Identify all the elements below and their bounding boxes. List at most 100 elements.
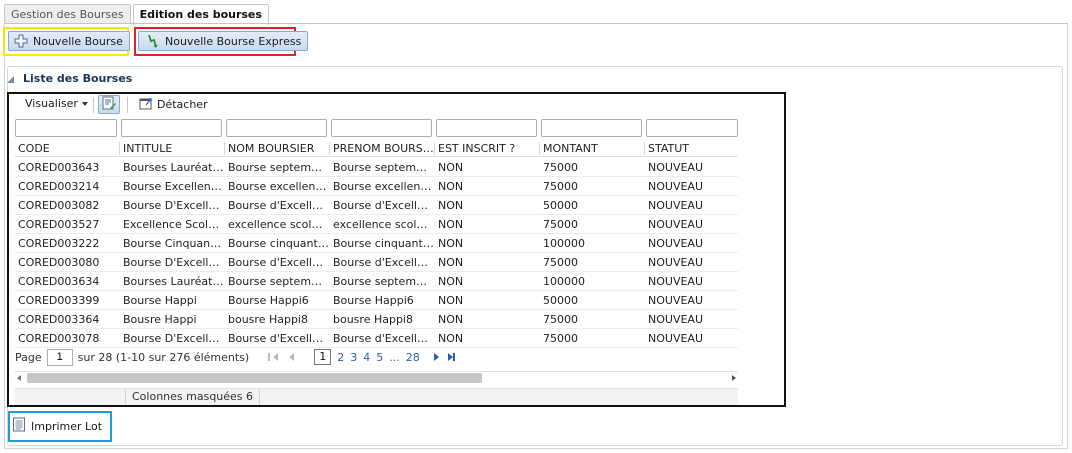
filter-nom-input[interactable] bbox=[226, 119, 327, 137]
table-row[interactable]: CORED003082 Bourse D'Excellence Bourse d'E… bbox=[15, 196, 738, 215]
column-header-est-inscrit[interactable]: EST INSCRIT ? bbox=[435, 140, 539, 157]
filter-intitule-input[interactable] bbox=[121, 119, 222, 137]
cell-nom-boursier: Bourse d'Excellenc... bbox=[228, 256, 329, 269]
table-row[interactable]: CORED003399 Bourse Happi Bourse Happi6 Bour… bbox=[15, 291, 738, 310]
cell-nom-boursier: Bourse excellence ... bbox=[228, 180, 329, 193]
cell-est-inscrit: NON bbox=[438, 180, 464, 193]
cell-montant: 75000 bbox=[543, 313, 578, 326]
table-row[interactable]: CORED003222 Bourse Cinquante... Bourse cin… bbox=[15, 234, 738, 253]
filter-row bbox=[15, 118, 738, 139]
table-toolbar: Visualiser Détacher bbox=[9, 94, 742, 116]
cell-code: CORED003080 bbox=[18, 256, 100, 269]
cell-nom-boursier: Bourse cinquanten... bbox=[228, 237, 329, 250]
page-link[interactable]: 2 bbox=[337, 351, 344, 364]
page-link[interactable]: 1 bbox=[314, 349, 332, 365]
pager: Page sur 28 (1-10 sur 276 éléments) 1234… bbox=[15, 345, 738, 369]
column-header-nom-boursier[interactable]: NOM BOURSIER bbox=[225, 140, 329, 157]
column-header-montant[interactable]: MONTANT bbox=[540, 140, 644, 157]
filter-inscrit-input[interactable] bbox=[436, 119, 537, 137]
toolbar-separator bbox=[93, 97, 94, 113]
pager-page-label: Page bbox=[15, 350, 42, 364]
cell-statut: NOUVEAU bbox=[648, 256, 703, 269]
table-row[interactable]: CORED003634 Bourses Lauréats ... Bourse se… bbox=[15, 272, 738, 291]
bourses-table-container: Visualiser Détacher CODE INTITULE NOM BO… bbox=[7, 92, 786, 407]
pager-nav-next bbox=[431, 353, 455, 361]
next-page-icon[interactable] bbox=[433, 353, 439, 361]
first-page-arrow-icon[interactable] bbox=[273, 353, 279, 361]
horizontal-scrollbar[interactable] bbox=[15, 371, 738, 384]
view-menu[interactable]: Visualiser bbox=[25, 97, 88, 110]
cell-est-inscrit: NON bbox=[438, 161, 464, 174]
data-grid: CODE INTITULE NOM BOURSIER PRENOM BOURSI… bbox=[15, 118, 738, 348]
cell-prenom-boursier: excellence scolaire3 bbox=[333, 218, 434, 231]
table-row[interactable]: CORED003364 Bousre Happi bousre Happi8 bous… bbox=[15, 310, 738, 329]
cell-nom-boursier: Bourse septembre8 bbox=[228, 275, 329, 288]
cell-statut: NOUVEAU bbox=[648, 180, 703, 193]
pager-nav-prev bbox=[265, 353, 297, 361]
panel-header[interactable]: Liste des Bourses bbox=[7, 70, 132, 86]
pager-page-list: 1 2 3 4 5... 28 bbox=[311, 349, 423, 365]
page-link[interactable]: 5 bbox=[376, 351, 383, 364]
detach-window-icon bbox=[139, 96, 153, 113]
table-row[interactable]: CORED003643 Bourses Lauréats ... Bourse se… bbox=[15, 158, 738, 177]
triangle-collapse-icon[interactable] bbox=[7, 75, 14, 83]
table-row[interactable]: CORED003080 Bourse D'Excellence Bourse d'E… bbox=[15, 253, 738, 272]
cell-montant: 75000 bbox=[543, 218, 578, 231]
document-print-icon bbox=[12, 417, 26, 435]
edit-form-icon bbox=[102, 96, 116, 113]
cell-intitule: Excellence Scolaire bbox=[123, 218, 224, 231]
table-row[interactable]: CORED003527 Excellence Scolaire excellence… bbox=[15, 215, 738, 234]
new-bourse-label: Nouvelle Bourse bbox=[33, 34, 123, 48]
cell-prenom-boursier: Bourse excellence ... bbox=[333, 180, 434, 193]
new-bourse-express-button[interactable]: Nouvelle Bourse Express bbox=[138, 31, 309, 51]
previous-page-icon[interactable] bbox=[289, 353, 295, 361]
tab-gestion-des-bourses[interactable]: Gestion des Bourses bbox=[4, 4, 131, 24]
cell-est-inscrit: NON bbox=[438, 218, 464, 231]
cell-montant: 75000 bbox=[543, 161, 578, 174]
cell-intitule: Bourses Lauréats ... bbox=[123, 161, 224, 174]
filter-prenom-input[interactable] bbox=[331, 119, 432, 137]
last-page-icon[interactable] bbox=[452, 353, 455, 361]
cell-code: CORED003082 bbox=[18, 199, 100, 212]
detach-button[interactable]: Détacher bbox=[139, 96, 208, 113]
filter-statut-input[interactable] bbox=[646, 119, 738, 137]
cell-montant: 100000 bbox=[543, 275, 585, 288]
column-header-code[interactable]: CODE bbox=[15, 140, 118, 157]
cell-est-inscrit: NON bbox=[438, 275, 464, 288]
page-link[interactable]: ... bbox=[389, 351, 400, 364]
edit-form-button[interactable] bbox=[98, 95, 120, 114]
hidden-columns-status[interactable]: Colonnes masquées 6 bbox=[125, 389, 261, 405]
cell-code: CORED003643 bbox=[18, 161, 100, 174]
cell-code: CORED003222 bbox=[18, 237, 100, 250]
scroll-right-icon[interactable] bbox=[732, 375, 736, 381]
table-row[interactable]: CORED003214 Bourse Excellence ... Bourse e… bbox=[15, 177, 738, 196]
cell-intitule: Bourse Happi bbox=[123, 294, 197, 307]
tab-edition-des-bourses[interactable]: Edition des bourses bbox=[132, 4, 269, 25]
first-page-icon[interactable] bbox=[268, 353, 271, 361]
column-header-prenom-boursier[interactable]: PRENOM BOURSIER bbox=[330, 140, 434, 157]
cell-prenom-boursier: bousre Happi8 bbox=[333, 313, 413, 326]
filter-montant-input[interactable] bbox=[541, 119, 642, 137]
page-link[interactable]: 4 bbox=[363, 351, 370, 364]
cell-statut: NOUVEAU bbox=[648, 237, 703, 250]
print-lot-label: Imprimer Lot bbox=[31, 419, 103, 433]
column-header-statut[interactable]: STATUT bbox=[645, 140, 738, 157]
page-number-input[interactable] bbox=[46, 348, 73, 366]
new-bourse-express-label: Nouvelle Bourse Express bbox=[165, 34, 302, 48]
column-header-intitule[interactable]: INTITULE bbox=[120, 140, 224, 157]
cell-prenom-boursier: Bourse Happi6 bbox=[333, 294, 414, 307]
filter-code-input[interactable] bbox=[15, 119, 117, 137]
page-link[interactable]: 3 bbox=[350, 351, 357, 364]
chevron-down-icon bbox=[81, 101, 88, 106]
cell-nom-boursier: Bourse septembre8 bbox=[228, 161, 329, 174]
scroll-left-icon[interactable] bbox=[17, 375, 21, 381]
scrollbar-thumb[interactable] bbox=[27, 373, 482, 383]
cell-nom-boursier: Bourse d'Excellenc... bbox=[228, 199, 329, 212]
page-link[interactable]: 28 bbox=[406, 351, 420, 364]
new-bourse-button[interactable]: Nouvelle Bourse bbox=[8, 31, 130, 51]
cell-statut: NOUVEAU bbox=[648, 218, 703, 231]
print-lot-button[interactable]: Imprimer Lot bbox=[12, 417, 102, 435]
plus-icon bbox=[13, 33, 29, 49]
toolbar-separator bbox=[127, 97, 128, 113]
cell-statut: NOUVEAU bbox=[648, 294, 703, 307]
